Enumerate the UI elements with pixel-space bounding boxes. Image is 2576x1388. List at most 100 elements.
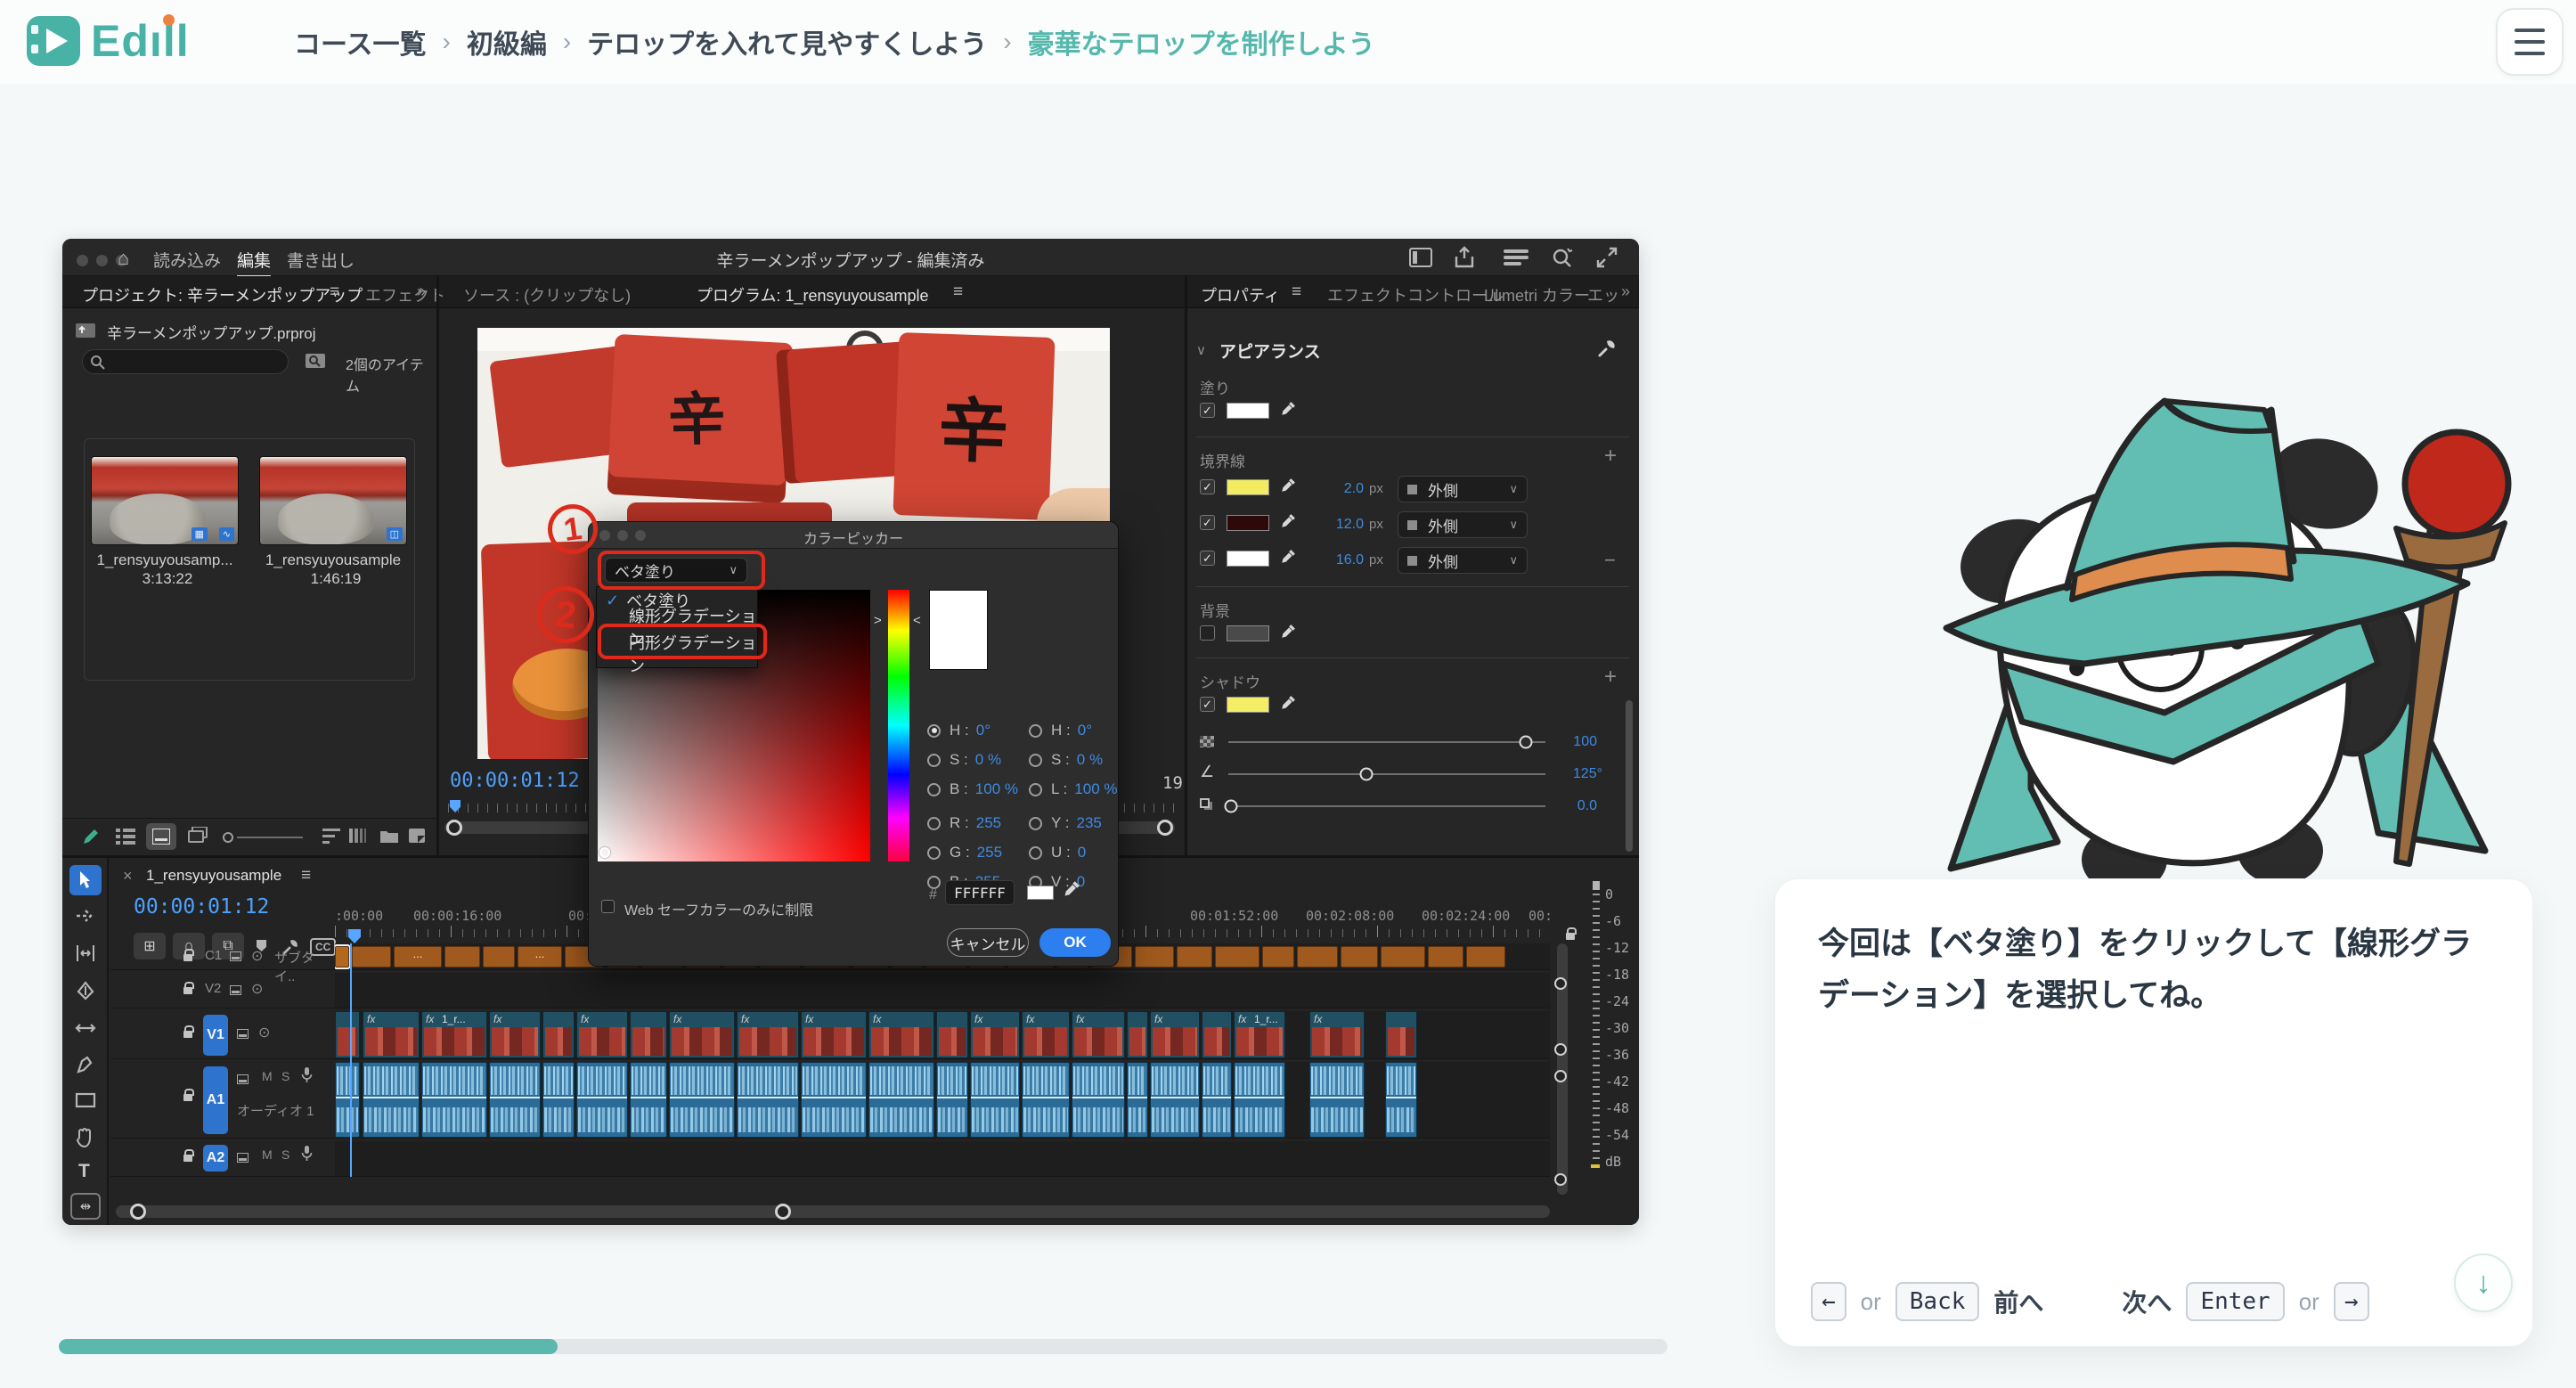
audio-clip[interactable] [1309, 1062, 1365, 1138]
subtitle-clip[interactable] [444, 946, 480, 968]
freeform-view-icon[interactable] [187, 827, 208, 845]
audio-clip[interactable] [1072, 1062, 1125, 1138]
picker-value-row[interactable]: H :0° [927, 720, 1025, 741]
hue-arrow-left-icon[interactable]: < [913, 613, 921, 628]
back-key[interactable]: Back [1895, 1282, 1980, 1321]
scroll-down-button[interactable]: ↓ [2454, 1253, 2513, 1312]
tab-lumetri[interactable]: Lumetri カラー [1484, 283, 1590, 306]
track-eye-icon[interactable]: ⊙ [251, 980, 263, 998]
ripple-edit-tool[interactable] [75, 943, 96, 963]
video-clip[interactable]: fx [737, 1011, 799, 1058]
background-color-swatch[interactable] [1227, 625, 1269, 641]
lock-icon[interactable] [183, 1031, 192, 1038]
audio-clip[interactable] [936, 1062, 968, 1138]
shadow-distance-value[interactable]: 0.0 [1577, 798, 1597, 814]
program-panel-menu-icon[interactable]: ≡ [953, 282, 963, 302]
playhead-handle[interactable] [348, 929, 361, 943]
shadow-enabled-checkbox[interactable]: ✓ [1200, 697, 1215, 712]
video-clip[interactable] [335, 1011, 360, 1058]
stroke-position-dropdown[interactable]: 外側 ∨ [1398, 511, 1528, 538]
stacked-panels-icon[interactable] [1504, 249, 1528, 265]
appearance-section-title[interactable]: アピアランス [1219, 339, 1321, 363]
audio-clip[interactable] [335, 1062, 360, 1138]
radio-button[interactable] [927, 724, 941, 738]
a1-source-chip[interactable]: A1 [203, 1066, 228, 1134]
audio-clip[interactable] [630, 1062, 667, 1138]
timeline-h-scrollbar[interactable] [116, 1205, 1550, 1218]
stroke-enabled-checkbox[interactable]: ✓ [1200, 551, 1215, 566]
stroke-eyedropper-icon[interactable] [1280, 478, 1296, 494]
subtitle-clip[interactable] [1177, 946, 1212, 968]
subtitle-clip[interactable] [1466, 946, 1505, 968]
stroke-color-swatch[interactable] [1227, 479, 1269, 495]
timeline-tab[interactable]: 1_rensyuyousample [146, 867, 281, 885]
mic-icon[interactable] [301, 1067, 313, 1083]
icon-view-button-active[interactable] [146, 823, 176, 850]
video-clip[interactable]: fx [489, 1011, 541, 1058]
rectangle-tool[interactable] [75, 1091, 96, 1109]
subtitle-clip[interactable] [1215, 946, 1259, 968]
project-item-label[interactable]: 1_rensyuyousample 1:46:19 [252, 551, 414, 588]
v2-track-header[interactable]: V2 ⊙ [110, 973, 335, 1008]
scroll-handle-right[interactable] [775, 1204, 791, 1220]
lock-icon[interactable] [183, 987, 192, 994]
tab-effect-controls[interactable]: エフェクトコントロール [1327, 283, 1504, 306]
breadcrumb-chapter[interactable]: テロップを入れて見やすくしよう [587, 22, 987, 61]
subtitle-track-header[interactable]: C1 ⊙ サブタイ.. [110, 943, 335, 970]
track-output-icon[interactable] [237, 1074, 249, 1084]
audio-clip[interactable] [868, 1062, 934, 1138]
lock-icon[interactable] [183, 1155, 192, 1162]
video-clip[interactable] [1127, 1011, 1148, 1058]
shadow-distance-slider[interactable]: 0.0 [1228, 796, 1585, 816]
edit-pencil-icon[interactable] [82, 828, 100, 845]
hue-strip[interactable] [888, 590, 909, 861]
track-output-icon[interactable] [237, 1029, 249, 1039]
audio-clip[interactable] [1385, 1062, 1417, 1138]
subtitle-clip[interactable]: ... [518, 946, 562, 968]
ruler-lock-icon[interactable] [1566, 933, 1575, 940]
hamburger-menu-button[interactable] [2496, 8, 2564, 76]
stroke-position-dropdown[interactable]: 外側 ∨ [1398, 476, 1528, 502]
background-eyedropper-icon[interactable] [1280, 624, 1296, 640]
picker-titlebar[interactable]: カラーピッカー [589, 522, 1118, 549]
video-clip[interactable] [1202, 1011, 1232, 1058]
v1-source-chip[interactable]: V1 [203, 1015, 228, 1056]
video-clip[interactable] [936, 1011, 968, 1058]
pen-tool[interactable] [75, 1056, 94, 1075]
stroke-eyedropper-icon[interactable] [1280, 513, 1296, 529]
bin-up-icon[interactable] [75, 321, 96, 339]
video-clip[interactable]: fx [801, 1011, 867, 1058]
slip-tool[interactable] [75, 1018, 96, 1038]
razor-tool[interactable] [75, 981, 96, 1000]
right-tabs-overflow-icon[interactable]: » [1621, 282, 1630, 301]
slider-knob[interactable] [1225, 800, 1238, 813]
menu-export[interactable]: 書き出し [287, 248, 355, 272]
stroke-eyedropper-icon[interactable] [1280, 549, 1296, 565]
radio-button[interactable] [1029, 754, 1042, 767]
playhead-line[interactable] [350, 943, 352, 1177]
picker-value-row[interactable]: L :100 % [1029, 779, 1118, 800]
audio-clip[interactable] [737, 1062, 799, 1138]
audio-clip[interactable] [576, 1062, 628, 1138]
track-output-icon[interactable] [230, 951, 241, 961]
timeline-v-scrollbar[interactable] [1557, 943, 1568, 1195]
subtitle-clip[interactable] [335, 946, 349, 968]
audio-clip[interactable] [1127, 1062, 1148, 1138]
solo-button[interactable]: S [281, 1069, 289, 1083]
list-view-icon[interactable] [116, 829, 135, 845]
program-timecode[interactable]: 00:00:01:12 [450, 770, 580, 792]
radio-button[interactable] [927, 817, 941, 830]
video-clip[interactable]: fx [669, 1011, 735, 1058]
audio-clip[interactable] [1150, 1062, 1200, 1138]
quick-export-search-icon[interactable] [1552, 247, 1573, 268]
workspace-icon[interactable] [1409, 248, 1432, 267]
search-input[interactable] [82, 349, 289, 374]
video-clip[interactable]: fx [363, 1011, 420, 1058]
timeline-timecode[interactable]: 00:00:01:12 [134, 895, 269, 919]
track-resize-handle[interactable] [1554, 1173, 1567, 1186]
mute-button[interactable]: M [262, 1147, 273, 1162]
subtitle-clip[interactable] [1297, 946, 1338, 968]
subtitle-clip[interactable] [483, 946, 515, 968]
track-eye-icon[interactable]: ⊙ [258, 1024, 270, 1041]
project-item-thumbnail[interactable]: ◫ [259, 456, 407, 545]
